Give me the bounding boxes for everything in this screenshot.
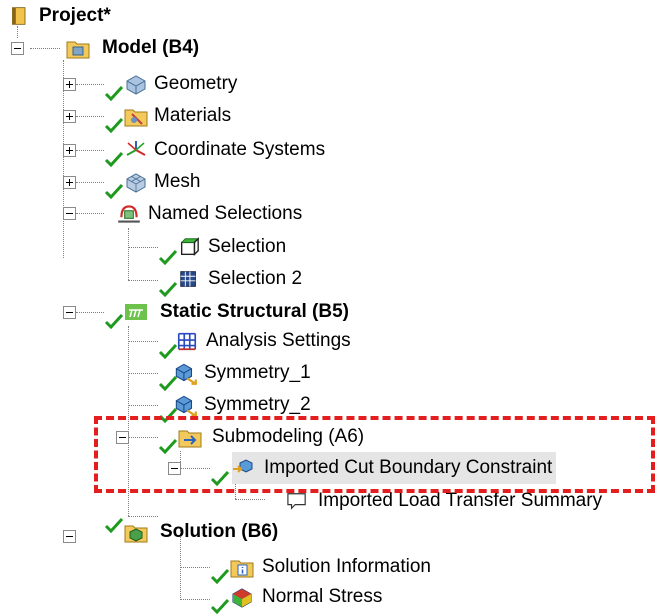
tree-node-selection-2[interactable]: Selection 2: [178, 263, 302, 295]
tree-node-materials[interactable]: Materials: [124, 100, 231, 132]
tree-node-label: Solution Information: [262, 556, 431, 577]
tree-node-symmetry-1[interactable]: Symmetry_1: [172, 357, 311, 389]
tree-line: [180, 567, 210, 568]
tree-node-geometry[interactable]: Geometry: [124, 68, 237, 100]
tree-node-label: Symmetry_1: [204, 362, 311, 383]
tree-node-mesh[interactable]: Mesh: [124, 166, 200, 198]
tree-line: [128, 373, 158, 374]
tree-line: [128, 228, 129, 280]
materials-folder-icon: [124, 109, 148, 127]
tree-node-label: Normal Stress: [262, 586, 383, 607]
selection-grid-icon: [180, 271, 196, 287]
tree-node-solution[interactable]: Solution (B6): [124, 516, 278, 548]
tree-node-solution-information[interactable]: Solution Information: [230, 551, 431, 583]
tree-node-label: Solution (B6): [160, 521, 279, 542]
tree-line: [128, 341, 158, 342]
expand-materials-button[interactable]: [63, 110, 76, 123]
tree-node-label: Selection: [208, 236, 287, 257]
tree-line: [30, 48, 60, 49]
tree-node-label: Project*: [39, 5, 111, 26]
tree-line: [180, 599, 210, 600]
tree-node-label: Selection 2: [208, 268, 303, 289]
collapse-static-structural-button[interactable]: [63, 306, 76, 319]
expand-mesh-button[interactable]: [63, 176, 76, 189]
highlight-box: [94, 416, 655, 493]
check-icon: [210, 568, 230, 584]
tree-line: [76, 116, 104, 117]
tree-node-project[interactable]: Project*: [10, 0, 111, 32]
tree-node-label: Static Structural (B5): [160, 301, 349, 322]
comment-icon: [287, 493, 306, 510]
tree-line: [76, 213, 104, 214]
tree-node-label: Analysis Settings: [206, 330, 351, 351]
mesh-icon: [126, 173, 146, 193]
tree-node-analysis-settings[interactable]: Analysis Settings: [176, 325, 351, 357]
check-icon: [104, 313, 124, 329]
tree-node-selection[interactable]: Selection: [178, 231, 286, 263]
tree-line: [76, 182, 104, 183]
collapse-model-button[interactable]: [11, 42, 24, 55]
check-icon: [104, 517, 124, 533]
symmetry-icon: [175, 363, 197, 385]
expand-geometry-button[interactable]: [63, 78, 76, 91]
tree-line: [76, 150, 104, 151]
tree-line: [128, 280, 158, 281]
symmetry-icon: [175, 395, 197, 417]
solution-information-icon: [230, 560, 254, 578]
project-tree: Project* Model (B4) Geometry Materials C…: [0, 0, 664, 614]
static-structural-icon: [125, 304, 147, 320]
check-icon: [104, 183, 124, 199]
tree-node-label: Materials: [154, 105, 232, 126]
check-icon: [210, 598, 230, 614]
collapse-solution-button[interactable]: [63, 530, 76, 543]
tree-node-label: Mesh: [154, 171, 201, 192]
check-icon: [104, 117, 124, 133]
tree-node-label: Coordinate Systems: [154, 139, 326, 160]
check-icon: [104, 85, 124, 101]
collapse-named-selections-button[interactable]: [63, 207, 76, 220]
check-icon: [104, 151, 124, 167]
tree-line: [76, 312, 104, 313]
tree-node-label: Geometry: [154, 73, 238, 94]
tree-node-label: Model (B4): [102, 37, 200, 58]
tree-line: [235, 499, 265, 500]
check-icon: [158, 249, 178, 265]
coordinate-systems-icon: [126, 141, 146, 156]
check-icon: [158, 281, 178, 297]
tree-node-named-selections[interactable]: Named Selections: [116, 198, 302, 230]
tree-line: [128, 405, 158, 406]
tree-node-static-structural[interactable]: Static Structural (B5): [124, 296, 349, 328]
expand-coordinate-systems-button[interactable]: [63, 144, 76, 157]
selection-face-icon: [180, 237, 200, 256]
project-book-icon: [12, 7, 26, 25]
normal-stress-icon: [232, 588, 252, 608]
tree-node-model[interactable]: Model (B4): [66, 32, 199, 64]
geometry-icon: [126, 75, 146, 95]
tree-node-coordinate-systems[interactable]: Coordinate Systems: [124, 134, 325, 166]
tree-node-normal-stress[interactable]: Normal Stress: [230, 581, 382, 613]
model-folder-icon: [66, 41, 90, 59]
tree-node-label: Named Selections: [148, 203, 303, 224]
analysis-settings-icon: [177, 332, 197, 351]
tree-line: [76, 84, 104, 85]
tree-line: [128, 247, 158, 248]
solution-folder-icon: [124, 525, 148, 543]
named-selections-icon: [118, 205, 140, 223]
